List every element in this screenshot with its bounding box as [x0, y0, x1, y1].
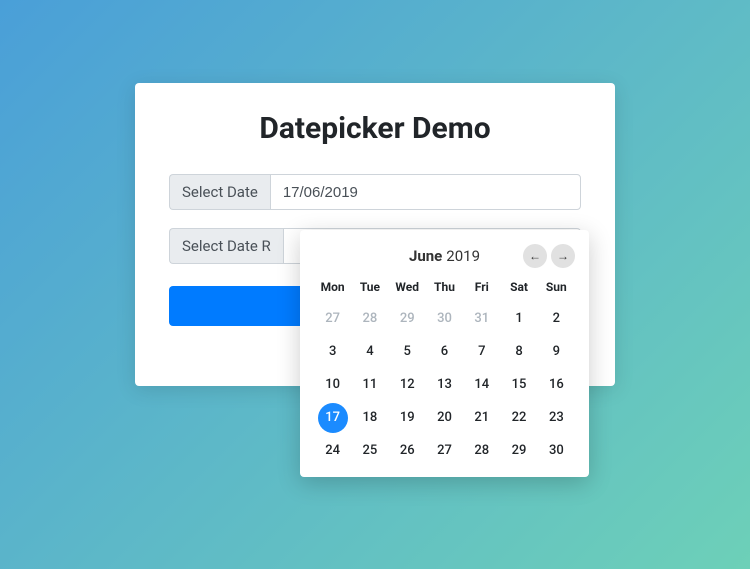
- calendar-day[interactable]: 21: [463, 401, 500, 434]
- calendar-day[interactable]: 22: [500, 401, 537, 434]
- calendar-day[interactable]: 9: [538, 335, 575, 368]
- calendar-day[interactable]: 25: [351, 434, 388, 467]
- calendar-day[interactable]: 6: [426, 335, 463, 368]
- calendar-day[interactable]: 8: [500, 335, 537, 368]
- calendar-day[interactable]: 15: [500, 368, 537, 401]
- calendar-day[interactable]: 28: [463, 434, 500, 467]
- calendar-day[interactable]: 17: [314, 401, 351, 434]
- datepicker-popup: June2019 ← → MonTueWedThuFriSatSun 27282…: [300, 230, 589, 477]
- calendar-day[interactable]: 29: [389, 302, 426, 335]
- weekday-label: Wed: [389, 276, 426, 298]
- datepicker-weekdays: MonTueWedThuFriSatSun: [314, 276, 575, 298]
- calendar-day[interactable]: 19: [389, 401, 426, 434]
- calendar-day[interactable]: 24: [314, 434, 351, 467]
- calendar-day[interactable]: 16: [538, 368, 575, 401]
- range-label: Select Date R: [169, 228, 283, 264]
- arrow-right-icon: →: [557, 249, 569, 263]
- calendar-day[interactable]: 2: [538, 302, 575, 335]
- date-label: Select Date: [169, 174, 270, 210]
- date-input[interactable]: [270, 174, 581, 210]
- calendar-day[interactable]: 13: [426, 368, 463, 401]
- page-title: Datepicker Demo: [169, 111, 581, 146]
- weekday-label: Mon: [314, 276, 351, 298]
- calendar-day[interactable]: 3: [314, 335, 351, 368]
- calendar-day[interactable]: 14: [463, 368, 500, 401]
- calendar-day[interactable]: 4: [351, 335, 388, 368]
- calendar-day[interactable]: 10: [314, 368, 351, 401]
- calendar-day[interactable]: 30: [538, 434, 575, 467]
- datepicker-month: June: [409, 247, 442, 265]
- weekday-label: Fri: [463, 276, 500, 298]
- calendar-day[interactable]: 5: [389, 335, 426, 368]
- datepicker-nav: ← →: [523, 244, 575, 268]
- calendar-day[interactable]: 28: [351, 302, 388, 335]
- datepicker-header: June2019 ← →: [314, 244, 575, 268]
- datepicker-year: 2019: [446, 247, 480, 265]
- calendar-day[interactable]: 1: [500, 302, 537, 335]
- weekday-label: Sat: [500, 276, 537, 298]
- calendar-day[interactable]: 27: [314, 302, 351, 335]
- calendar-day[interactable]: 18: [351, 401, 388, 434]
- arrow-left-icon: ←: [529, 249, 541, 263]
- calendar-day[interactable]: 26: [389, 434, 426, 467]
- next-month-button[interactable]: →: [551, 244, 575, 268]
- weekday-label: Thu: [426, 276, 463, 298]
- calendar-day[interactable]: 30: [426, 302, 463, 335]
- calendar-day[interactable]: 23: [538, 401, 575, 434]
- weekday-label: Sun: [538, 276, 575, 298]
- date-input-group: Select Date: [169, 174, 581, 210]
- datepicker-title[interactable]: June2019: [314, 247, 523, 265]
- calendar-day[interactable]: 11: [351, 368, 388, 401]
- weekday-label: Tue: [351, 276, 388, 298]
- calendar-day[interactable]: 31: [463, 302, 500, 335]
- prev-month-button[interactable]: ←: [523, 244, 547, 268]
- calendar-day[interactable]: 20: [426, 401, 463, 434]
- calendar-day[interactable]: 12: [389, 368, 426, 401]
- calendar-day[interactable]: 7: [463, 335, 500, 368]
- calendar-day[interactable]: 27: [426, 434, 463, 467]
- calendar-day[interactable]: 29: [500, 434, 537, 467]
- datepicker-days: 2728293031123456789101112131415161718192…: [314, 302, 575, 467]
